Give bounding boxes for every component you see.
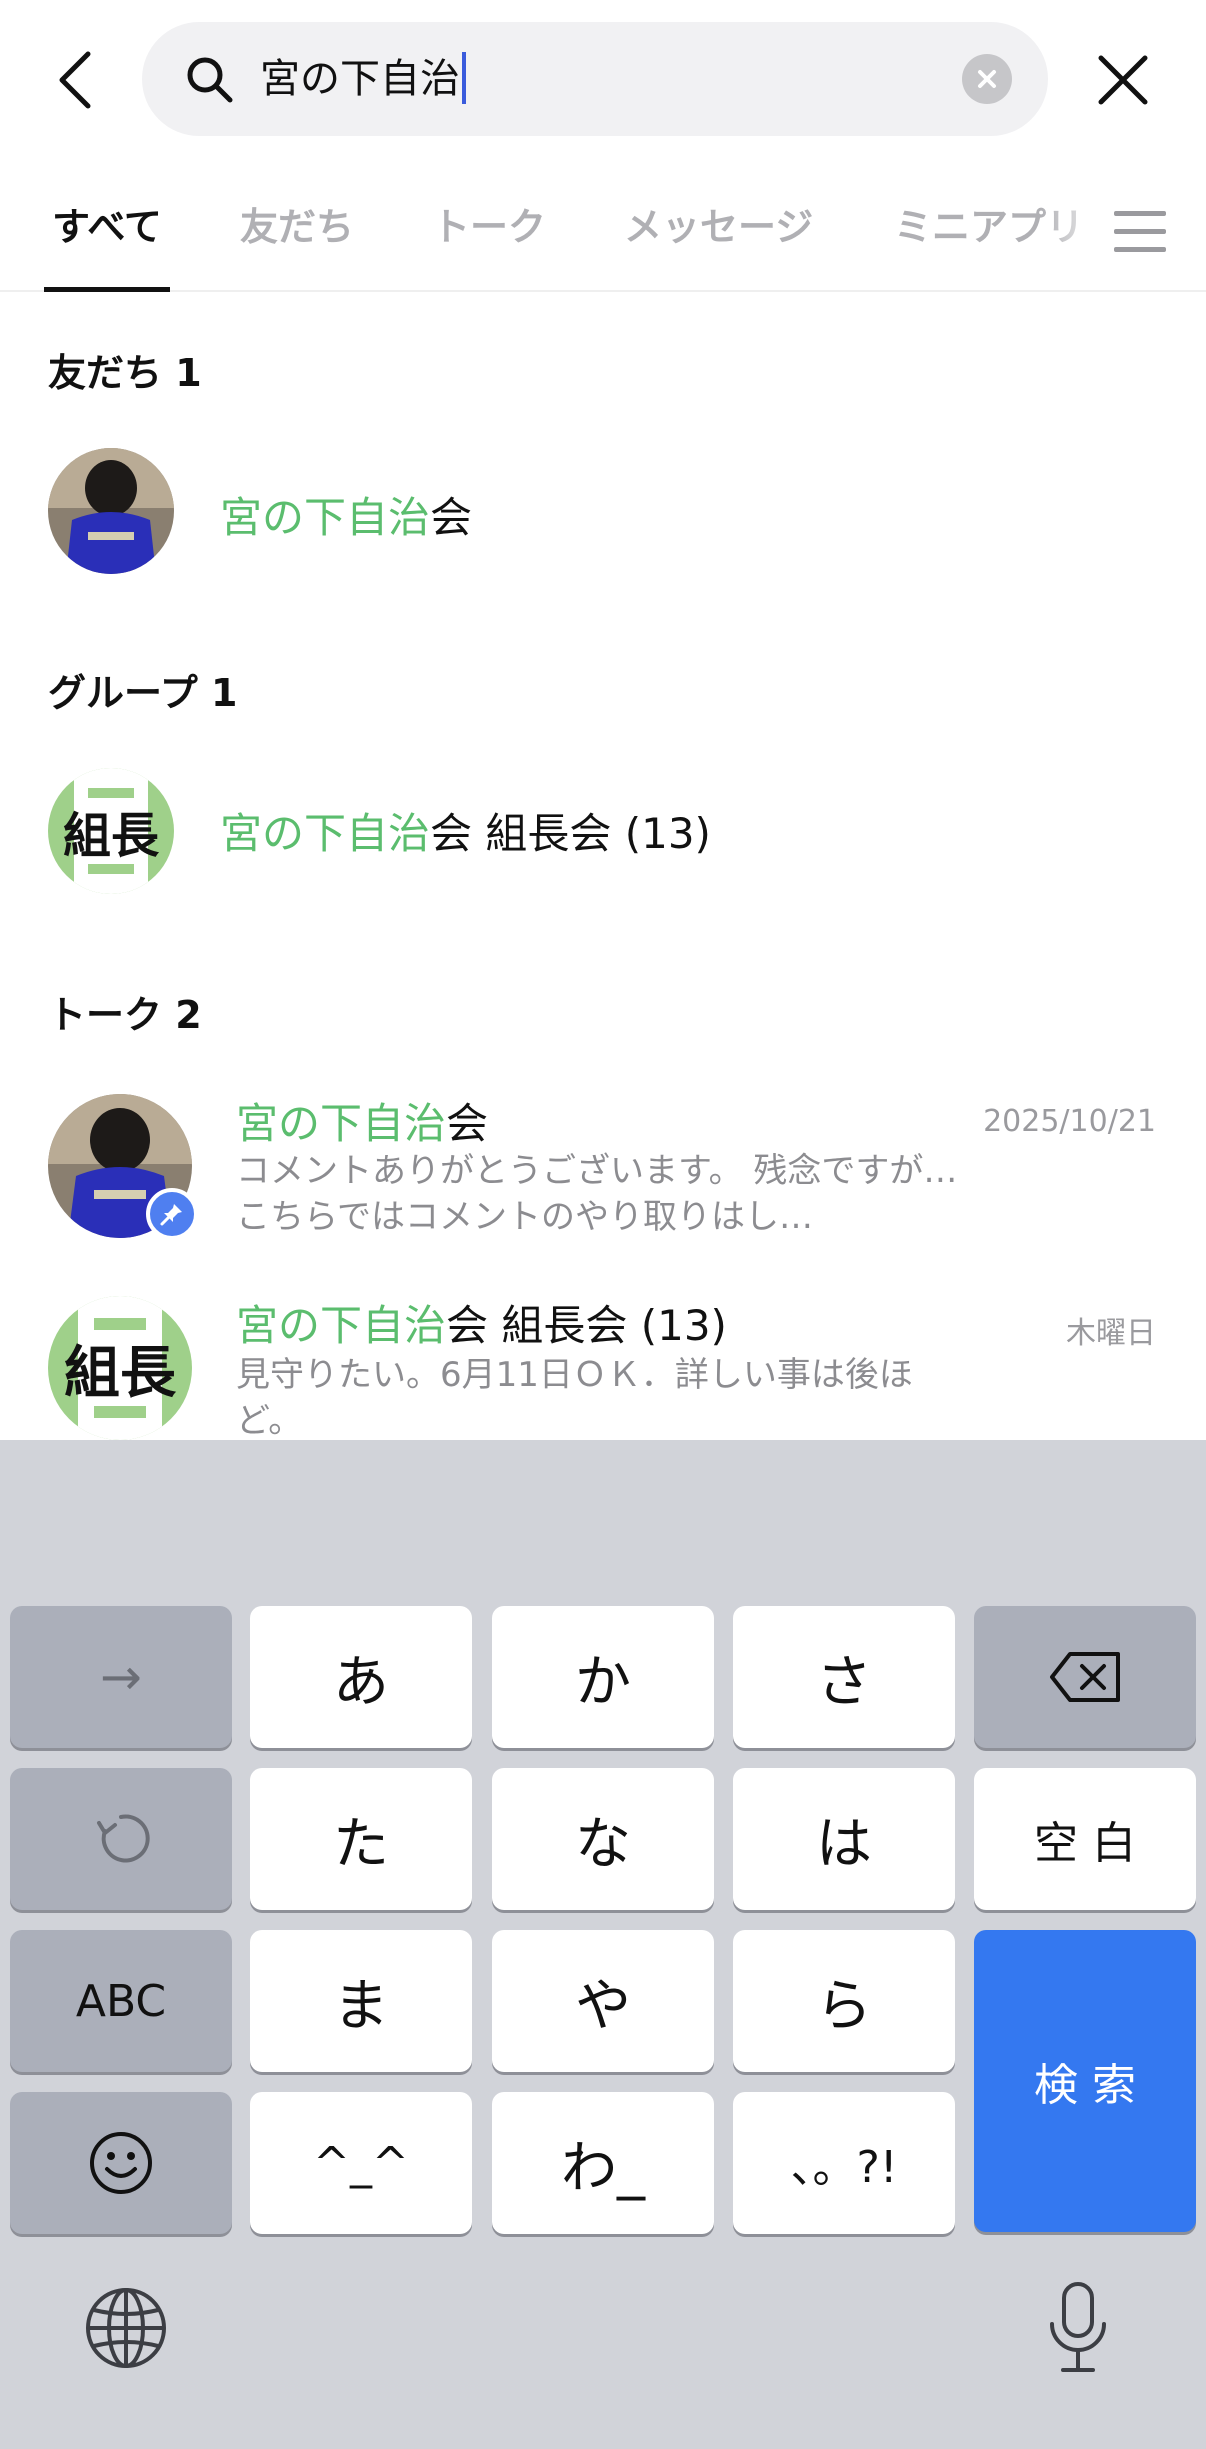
- talk-avatar: 組長: [48, 1296, 192, 1440]
- key-kaomoji[interactable]: ^_^: [250, 2092, 472, 2234]
- name-highlight: 宮の下自治: [220, 809, 431, 858]
- search-input[interactable]: 宮の下自治: [260, 22, 466, 136]
- talk-message-preview: コメントありがとうございます。 残念ですが… こちらではコメントのやり取りはし…: [236, 1151, 958, 1237]
- key-undo[interactable]: [10, 1768, 232, 1910]
- key-ma[interactable]: ま: [250, 1930, 472, 2072]
- close-icon: [1098, 55, 1148, 105]
- search-query-text: 宮の下自治: [260, 56, 460, 102]
- pin-icon: [160, 1204, 182, 1226]
- talk-name: 宮の下自治会 組長会 (13): [236, 1292, 727, 1353]
- search-key[interactable]: 検 索: [974, 1930, 1196, 2232]
- name-rest: 会: [446, 1099, 489, 1148]
- talks-section-title: トーク 2: [48, 993, 202, 1037]
- group-name: 宮の下自治会 組長会 (13): [220, 800, 711, 861]
- arrow-icon: →: [100, 1648, 142, 1706]
- search-icon: [187, 57, 233, 103]
- talk-date: 2025/10/21: [983, 1104, 1156, 1139]
- tab-messages[interactable]: メッセージ: [624, 192, 813, 292]
- tab-talks[interactable]: トーク: [432, 192, 546, 292]
- talk-date: 木曜日: [1066, 1316, 1156, 1351]
- key-ya[interactable]: や: [492, 1930, 714, 2072]
- search-header: 宮の下自治: [0, 0, 1206, 170]
- back-button[interactable]: [44, 42, 108, 118]
- tab-friends[interactable]: 友だち: [240, 192, 354, 292]
- key-ta[interactable]: た: [250, 1768, 472, 1910]
- friend-name: 宮の下自治会: [220, 484, 472, 545]
- key-sa[interactable]: さ: [733, 1606, 955, 1748]
- name-rest: 会 組長会 (13): [446, 1301, 727, 1350]
- talk-message-preview: 見守りたい。6月11日ＯＫ．詳しい事は後ほど。: [236, 1355, 913, 1440]
- key-a[interactable]: あ: [250, 1606, 472, 1748]
- friends-section-title: 友だち 1: [48, 351, 202, 395]
- key-ha[interactable]: は: [733, 1768, 955, 1910]
- globe-button[interactable]: [80, 2282, 172, 2374]
- microphone-button[interactable]: [1034, 2278, 1122, 2378]
- tab-all[interactable]: すべて: [44, 192, 170, 292]
- key-punctuation[interactable]: 、。?!: [733, 2092, 955, 2234]
- emoji-icon: [90, 2132, 152, 2194]
- key-arrow[interactable]: →: [10, 1606, 232, 1748]
- undo-icon: [97, 1814, 150, 1863]
- key-emoji[interactable]: [10, 2092, 232, 2234]
- key-ka[interactable]: か: [492, 1606, 714, 1748]
- clear-search-button[interactable]: [962, 54, 1012, 104]
- menu-icon[interactable]: [1114, 196, 1166, 266]
- name-rest: 会 組長会 (13): [430, 809, 711, 858]
- chevron-left-icon: [59, 51, 91, 109]
- name-highlight: 宮の下自治: [236, 1099, 447, 1148]
- pin-badge: [146, 1188, 198, 1240]
- key-backspace[interactable]: [974, 1606, 1196, 1748]
- microphone-icon: [1050, 2282, 1106, 2372]
- talk-name: 宮の下自治会: [236, 1090, 488, 1151]
- talk-avatar-text: 組長: [64, 1339, 176, 1406]
- key-na[interactable]: な: [492, 1768, 714, 1910]
- key-abc[interactable]: ABC: [10, 1930, 232, 2072]
- backspace-icon: [1050, 1652, 1120, 1702]
- text-caret: [462, 52, 466, 104]
- friend-avatar: [48, 448, 174, 574]
- group-avatar: 組長: [48, 768, 174, 894]
- globe-icon: [86, 2288, 166, 2368]
- clear-icon: [978, 70, 996, 88]
- group-avatar-text: 組長: [62, 808, 159, 864]
- keyboard: → あ か さ た な は 空 白 ABC ま や ら 検 索 ^_^ わ_ 、…: [0, 1440, 1206, 2449]
- groups-section-title: グループ 1: [48, 671, 238, 715]
- name-rest: 会: [430, 493, 473, 542]
- name-highlight: 宮の下自治: [220, 493, 431, 542]
- category-tabs: すべて 友だち トーク メッセージ ミニアプリ: [0, 170, 1206, 292]
- close-button[interactable]: [1090, 42, 1156, 118]
- key-space[interactable]: 空 白: [974, 1768, 1196, 1910]
- search-input-container[interactable]: 宮の下自治: [142, 22, 1048, 136]
- key-ra[interactable]: ら: [733, 1930, 955, 2072]
- key-wa[interactable]: わ_: [492, 2092, 714, 2234]
- name-highlight: 宮の下自治: [236, 1301, 447, 1350]
